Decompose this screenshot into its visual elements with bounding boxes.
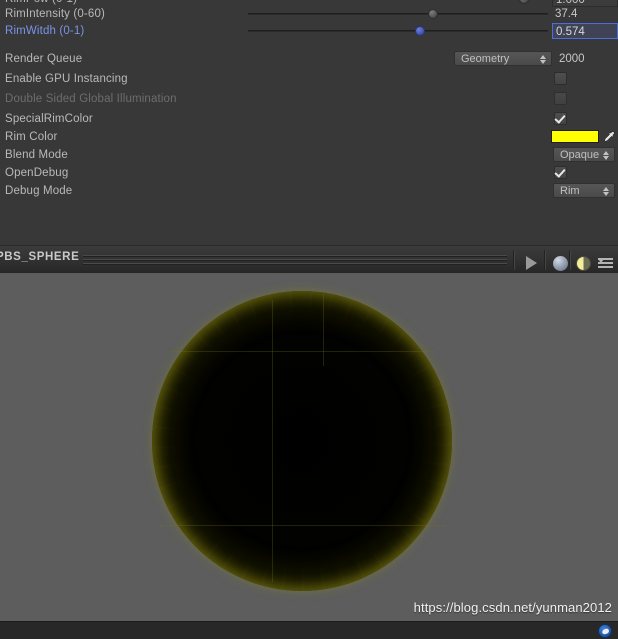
property-row-rim-color: Rim Color bbox=[0, 129, 618, 145]
property-label-render-queue: Render Queue bbox=[5, 53, 83, 65]
property-row-open-debug: OpenDebug bbox=[0, 165, 618, 181]
sphere-seam bbox=[158, 525, 446, 526]
checkbox-enable-gpu-instancing[interactable] bbox=[554, 72, 567, 85]
dropdown-render-queue[interactable]: Geometry bbox=[454, 51, 552, 66]
sphere-seam bbox=[170, 351, 434, 352]
property-label-blend-mode: Blend Mode bbox=[5, 149, 68, 161]
property-label-rim-intensity: RimIntensity (0-60) bbox=[5, 8, 105, 20]
material-preview-viewport[interactable]: https://blog.csdn.net/yunman2012 bbox=[0, 273, 618, 621]
preview-lighting-button[interactable] bbox=[572, 249, 594, 271]
dropdown-debug-mode[interactable]: Rim bbox=[553, 183, 615, 198]
slider-knob[interactable] bbox=[415, 26, 426, 36]
color-swatch-rim-color[interactable] bbox=[551, 130, 599, 143]
status-bar bbox=[0, 621, 618, 639]
options-menu-icon bbox=[598, 258, 613, 269]
checkbox-special-rim-color[interactable] bbox=[554, 112, 567, 125]
preview-header-bar[interactable]: PBS_SPHERE bbox=[0, 245, 618, 273]
property-row-rim-width: RimWitdh (0-1) 0.574 bbox=[0, 23, 618, 39]
slider-track bbox=[248, 30, 548, 32]
watermark-url: https://blog.csdn.net/yunman2012 bbox=[413, 600, 612, 615]
property-label-special-rim-color: SpecialRimColor bbox=[5, 113, 93, 125]
property-row-special-rim-color: SpecialRimColor bbox=[0, 111, 618, 127]
property-label-open-debug: OpenDebug bbox=[5, 167, 69, 179]
play-icon bbox=[526, 256, 537, 270]
dropdown-value-blend-mode: Opaque bbox=[560, 149, 600, 161]
sphere-rim-light bbox=[152, 291, 452, 591]
slider-track bbox=[248, 13, 548, 15]
sphere-preview-icon bbox=[553, 256, 568, 271]
property-row-rim-intensity: RimIntensity (0-60) 37.4 bbox=[0, 6, 618, 22]
sphere-seam bbox=[323, 294, 324, 366]
eyedropper-icon[interactable] bbox=[602, 130, 616, 144]
unity-inspector-window: RimPow (0-1) 1.000 RimIntensity (0-60) 3… bbox=[0, 0, 618, 639]
toolbar-divider bbox=[569, 250, 571, 270]
preview-play-button[interactable] bbox=[520, 249, 544, 271]
preview-sphere bbox=[152, 291, 452, 591]
preview-drag-grip[interactable] bbox=[83, 255, 507, 265]
slider-knob[interactable] bbox=[519, 0, 529, 4]
sphere-seam bbox=[272, 300, 273, 582]
toolbar-divider bbox=[513, 250, 515, 270]
property-label-rim-color: Rim Color bbox=[5, 131, 58, 143]
checkbox-open-debug[interactable] bbox=[554, 166, 567, 179]
checkbox-double-sided-global-illumination bbox=[554, 92, 567, 105]
dropdown-value-debug-mode: Rim bbox=[560, 185, 580, 197]
property-label-rim-width: RimWitdh (0-1) bbox=[5, 25, 85, 37]
slider-rim-width[interactable] bbox=[248, 23, 548, 39]
preview-options-button[interactable] bbox=[596, 249, 616, 271]
chevron-updown-icon bbox=[539, 52, 547, 65]
caret-down-icon bbox=[598, 259, 604, 263]
chevron-updown-icon bbox=[602, 184, 610, 197]
value-field-render-queue[interactable]: 2000 bbox=[556, 51, 616, 67]
preview-mesh-button[interactable] bbox=[549, 249, 571, 271]
value-field-rim-intensity[interactable]: 37.4 bbox=[552, 6, 618, 22]
material-properties-panel: RimPow (0-1) 1.000 RimIntensity (0-60) 3… bbox=[0, 0, 618, 245]
property-row-render-queue: Render Queue Geometry 2000 bbox=[0, 51, 618, 67]
property-label-debug-mode: Debug Mode bbox=[5, 185, 73, 197]
lighting-toggle-icon bbox=[576, 256, 591, 271]
notification-badge-icon[interactable] bbox=[598, 624, 612, 638]
preview-title: PBS_SPHERE bbox=[0, 251, 80, 263]
slider-rim-intensity[interactable] bbox=[248, 6, 548, 22]
property-row-debug-mode: Debug Mode Rim bbox=[0, 183, 618, 199]
value-field-rim-width[interactable]: 0.574 bbox=[552, 23, 618, 39]
property-label-enable-gpu-instancing: Enable GPU Instancing bbox=[5, 73, 128, 85]
slider-knob[interactable] bbox=[428, 9, 439, 19]
dropdown-value-render-queue: Geometry bbox=[461, 53, 510, 65]
dropdown-blend-mode[interactable]: Opaque bbox=[553, 147, 615, 162]
property-row-enable-gpu-instancing: Enable GPU Instancing bbox=[0, 71, 618, 87]
toolbar-divider bbox=[544, 250, 546, 270]
property-row-blend-mode: Blend Mode Opaque bbox=[0, 147, 618, 163]
property-row-double-sided-global-illumination: Double Sided Global Illumination bbox=[0, 91, 618, 107]
property-label-double-sided-global-illumination: Double Sided Global Illumination bbox=[5, 93, 177, 105]
chevron-updown-icon bbox=[602, 148, 610, 161]
